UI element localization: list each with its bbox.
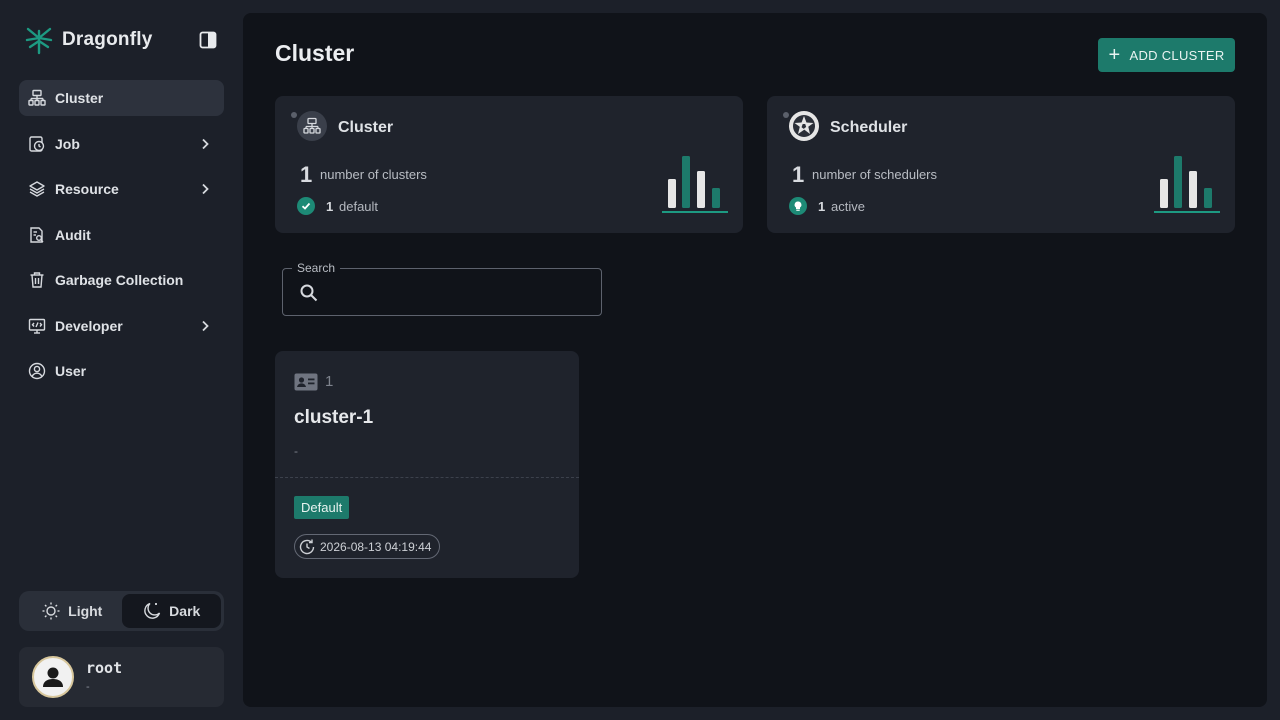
cluster-icon	[28, 89, 46, 106]
page-title: Cluster	[275, 40, 355, 66]
add-cluster-button[interactable]: + ADD CLUSTER	[1098, 38, 1235, 72]
sidebar-nav: Cluster Job Resource Audit Garbage Colle…	[19, 80, 224, 399]
id-card-icon	[294, 373, 318, 391]
sun-icon	[42, 602, 60, 620]
cluster-description: -	[294, 444, 298, 458]
status-dot	[291, 112, 297, 118]
history-icon	[299, 539, 315, 554]
sidebar-item-job[interactable]: Job	[19, 126, 224, 162]
sidebar-item-developer[interactable]: Developer	[19, 308, 224, 344]
sidebar-item-user[interactable]: User	[19, 353, 224, 389]
dragonfly-logo-icon	[25, 27, 53, 55]
cluster-name: cluster-1	[294, 407, 374, 428]
scheduler-stat-card: Scheduler 1 number of schedulers 1 activ…	[767, 96, 1235, 233]
job-icon	[29, 135, 45, 152]
sidebar-item-label: Resource	[55, 181, 119, 197]
developer-icon	[28, 318, 46, 334]
brand-name: Dragonfly	[62, 29, 153, 50]
theme-dark-label: Dark	[169, 603, 201, 619]
stat-count: 1	[300, 162, 313, 187]
bar-chart-icon	[662, 156, 728, 213]
stat-sub-label: default	[339, 199, 379, 214]
avatar	[32, 656, 74, 698]
cluster-stat-card: Cluster 1 number of clusters 1 default	[275, 96, 743, 233]
layers-icon	[29, 181, 45, 197]
stat-count-label: number of clusters	[320, 167, 427, 182]
user-avatar-icon	[43, 667, 63, 687]
theme-dark-button[interactable]: Dark	[121, 594, 221, 628]
search-input[interactable]	[331, 277, 591, 307]
cluster-card[interactable]: 1 cluster-1 - Default 2026-08-13 04:19:4…	[275, 351, 579, 578]
stat-title: Scheduler	[830, 119, 908, 136]
user-circle-icon	[28, 362, 46, 380]
sidebar-item-label: Cluster	[55, 90, 104, 106]
plus-icon: +	[1108, 44, 1121, 66]
cluster-stat-icon	[297, 111, 327, 141]
sidebar-item-label: Garbage Collection	[55, 272, 184, 288]
trash-icon	[30, 272, 44, 288]
search-field[interactable]: Search	[282, 261, 602, 316]
sidebar-item-label: User	[55, 363, 87, 379]
stat-title: Cluster	[338, 119, 394, 136]
chevron-right-icon	[202, 320, 209, 331]
status-badge: Default	[294, 496, 350, 519]
add-cluster-label: ADD CLUSTER	[1129, 47, 1225, 63]
stat-count-label: number of schedulers	[812, 167, 938, 182]
theme-toggle: Light Dark	[19, 591, 224, 631]
sidebar-collapse-icon[interactable]	[199, 31, 217, 49]
theme-light-button[interactable]: Light	[22, 594, 122, 628]
created-time-chip: 2026-08-13 04:19:44	[294, 534, 441, 559]
user-subtitle: -	[86, 681, 90, 693]
user-name: root	[86, 659, 123, 677]
stat-sub-count: 1	[818, 199, 826, 214]
bar-chart-icon	[1154, 156, 1220, 213]
stat-count: 1	[792, 162, 805, 187]
status-dot	[783, 112, 789, 118]
theme-light-label: Light	[68, 603, 103, 619]
sidebar-item-label: Audit	[55, 226, 91, 243]
sidebar-item-cluster[interactable]: Cluster	[19, 80, 224, 116]
audit-icon	[30, 226, 44, 243]
sidebar-item-audit[interactable]: Audit	[19, 217, 224, 253]
sidebar-item-garbage-collection[interactable]: Garbage Collection	[19, 262, 224, 298]
divider	[275, 477, 579, 478]
moon-icon	[144, 602, 161, 619]
sidebar-item-label: Job	[55, 135, 80, 152]
check-circle-icon	[297, 197, 315, 215]
search-icon	[300, 284, 318, 302]
scheduler-stat-icon	[789, 111, 819, 141]
cluster-id: 1	[325, 373, 334, 390]
sidebar-item-resource[interactable]: Resource	[19, 171, 224, 207]
created-time: 2026-08-13 04:19:44	[320, 539, 432, 554]
sidebar-item-label: Developer	[55, 317, 123, 334]
user-card[interactable]: root -	[19, 647, 224, 707]
sidebar: Dragonfly Cluster Job Resource Audit Gar…	[0, 0, 243, 720]
lightbulb-icon	[789, 197, 807, 215]
chevron-right-icon	[202, 183, 209, 195]
main-content: Cluster + ADD CLUSTER Cluster 1 number o…	[243, 13, 1267, 707]
search-label: Search	[292, 261, 341, 275]
stat-sub-count: 1	[326, 199, 334, 214]
stat-sub-label: active	[831, 199, 865, 214]
brand[interactable]: Dragonfly	[24, 24, 152, 56]
chevron-right-icon	[202, 138, 209, 149]
